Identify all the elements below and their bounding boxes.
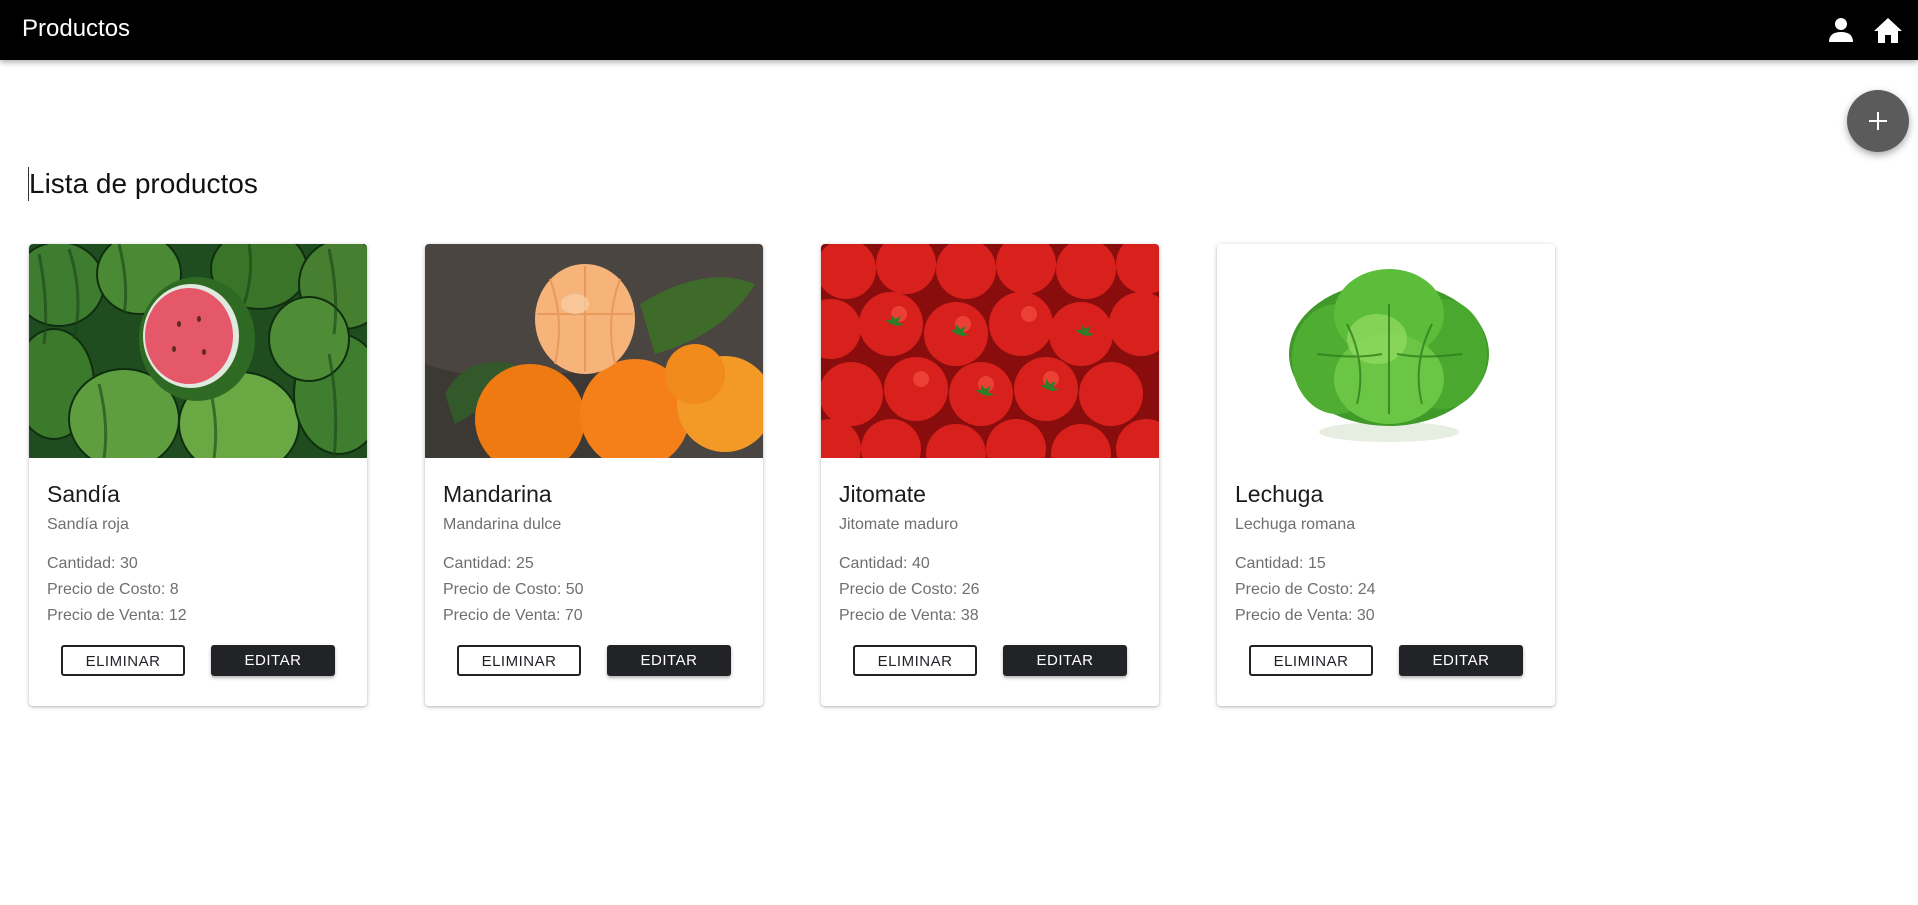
product-cost-price: Precio de Costo: 8 — [47, 581, 179, 598]
plus-icon — [1869, 112, 1887, 130]
edit-button[interactable]: EDITAR — [211, 645, 335, 676]
edit-button[interactable]: EDITAR — [607, 645, 731, 676]
product-quantity: Cantidad: 15 — [1235, 555, 1326, 572]
product-name: Jitomate — [839, 481, 926, 507]
product-name: Lechuga — [1235, 481, 1324, 507]
top-app-bar: Productos — [0, 0, 1918, 60]
mandarin-image — [425, 244, 763, 458]
product-description: Sandía roja — [47, 516, 129, 533]
product-cost-price: Precio de Costo: 26 — [839, 581, 980, 598]
product-card: Jitomate Jitomate maduro Cantidad: 40 Pr… — [821, 244, 1159, 706]
product-description: Mandarina dulce — [443, 516, 562, 533]
product-cost-price: Precio de Costo: 24 — [1235, 581, 1376, 598]
product-sale-price: Precio de Venta: 70 — [443, 607, 583, 624]
product-name: Sandía — [47, 481, 120, 507]
lettuce-image — [1217, 244, 1555, 458]
app-title: Productos — [22, 15, 131, 42]
product-sale-price: Precio de Venta: 38 — [839, 607, 979, 624]
product-name: Mandarina — [443, 481, 552, 507]
product-quantity: Cantidad: 25 — [443, 555, 534, 572]
home-icon[interactable] — [1873, 15, 1903, 45]
delete-button[interactable]: ELIMINAR — [853, 645, 977, 676]
add-product-button[interactable] — [1847, 90, 1909, 152]
user-icon[interactable] — [1826, 15, 1856, 45]
product-cost-price: Precio de Costo: 50 — [443, 581, 584, 598]
product-quantity: Cantidad: 30 — [47, 555, 138, 572]
delete-button[interactable]: ELIMINAR — [61, 645, 185, 676]
delete-button[interactable]: ELIMINAR — [457, 645, 581, 676]
edit-button[interactable]: EDITAR — [1399, 645, 1523, 676]
product-sale-price: Precio de Venta: 12 — [47, 607, 187, 624]
product-card: Lechuga Lechuga romana Cantidad: 15 Prec… — [1217, 244, 1555, 706]
product-description: Lechuga romana — [1235, 516, 1356, 533]
product-sale-price: Precio de Venta: 30 — [1235, 607, 1375, 624]
product-quantity: Cantidad: 40 — [839, 555, 930, 572]
edit-button[interactable]: EDITAR — [1003, 645, 1127, 676]
tomato-image — [821, 244, 1159, 458]
watermelon-image — [29, 244, 367, 458]
product-description: Jitomate maduro — [839, 516, 959, 533]
delete-button[interactable]: ELIMINAR — [1249, 645, 1373, 676]
product-card: Mandarina Mandarina dulce Cantidad: 25 P… — [425, 244, 763, 706]
product-card: Sandía Sandía roja Cantidad: 30 Precio d… — [29, 244, 367, 706]
page-title: Lista de productos — [28, 167, 258, 201]
